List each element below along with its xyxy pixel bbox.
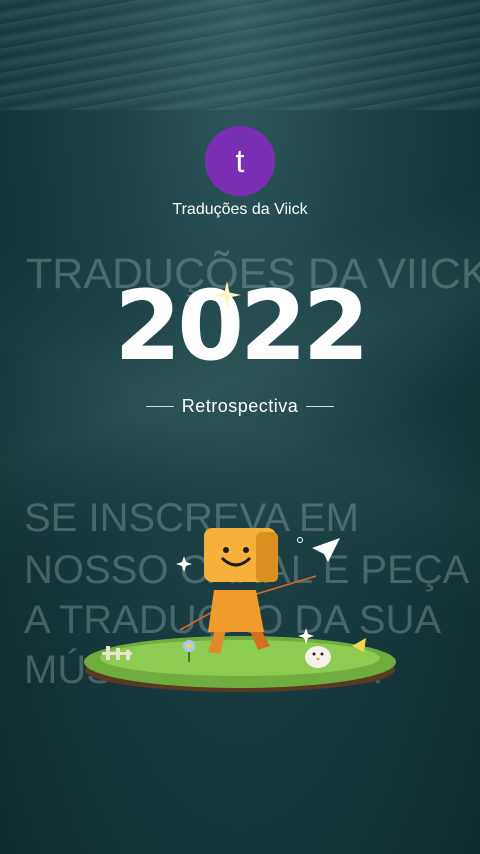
recap-label: Retrospectiva [181, 396, 299, 416]
divider [306, 406, 335, 407]
channel-name[interactable]: Traduções da Viick [0, 201, 480, 219]
sparkle-icon [213, 281, 241, 309]
bird-icon [305, 646, 331, 668]
channel-avatar[interactable]: t [205, 126, 275, 196]
divider [145, 406, 174, 407]
recap-label-row: Retrospectiva [0, 396, 480, 417]
mascot-scene [84, 528, 396, 692]
bubble-icon [297, 537, 303, 543]
water-surface [0, 0, 480, 110]
avatar-letter: t [235, 142, 245, 179]
paper-plane-icon [312, 538, 340, 562]
sparkle-icon [176, 556, 192, 572]
